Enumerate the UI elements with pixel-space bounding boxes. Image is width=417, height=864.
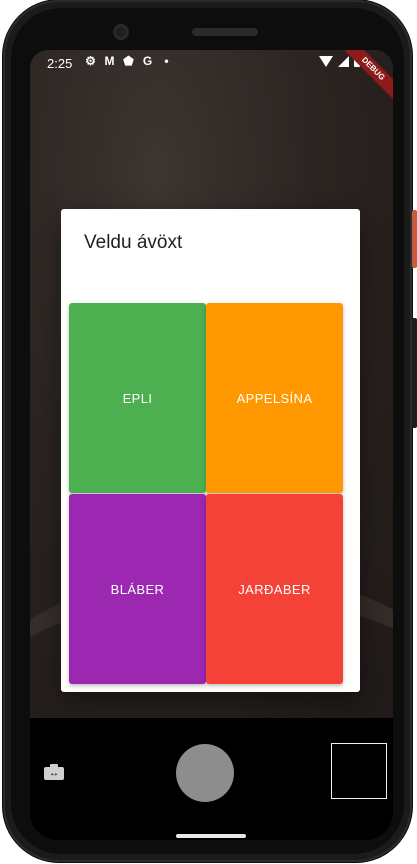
screen: 2:25 ⚙ M ⬟ G • DEBUG Veldu ávöxt EPLI AP… — [30, 50, 393, 840]
status-time: 2:25 — [47, 56, 73, 71]
phone-frame: 2:25 ⚙ M ⬟ G • DEBUG Veldu ávöxt EPLI AP… — [0, 0, 417, 864]
power-button — [412, 210, 417, 268]
gallery-thumbnail[interactable] — [331, 743, 387, 799]
earpiece-speaker — [192, 28, 258, 36]
fruit-grid: EPLI APPELSÍNA BLÁBER JARÐABER — [69, 303, 345, 685]
fruit-button-label: APPELSÍNA — [236, 390, 313, 406]
home-indicator[interactable] — [176, 834, 246, 838]
shield-icon: ⬟ — [123, 54, 134, 68]
gmail-icon: M — [104, 54, 115, 68]
front-camera-lens — [113, 24, 129, 40]
notification-icons: ⚙ M ⬟ G • — [84, 55, 173, 68]
dialog-title: Veldu ávöxt — [84, 232, 183, 253]
fruit-dialog: Veldu ávöxt EPLI APPELSÍNA BLÁBER JARÐAB… — [61, 209, 360, 692]
switch-camera-icon[interactable]: ↔ — [44, 764, 64, 780]
shutter-button[interactable] — [176, 744, 234, 802]
fruit-button-jardaber[interactable]: JARÐABER — [206, 494, 343, 684]
signal-icon — [338, 56, 349, 67]
fruit-button-label: EPLI — [122, 390, 153, 406]
fruit-button-epli[interactable]: EPLI — [69, 303, 206, 493]
fruit-button-label: BLÁBER — [110, 581, 165, 597]
dot-icon: • — [164, 54, 169, 68]
fruit-button-label: JARÐABER — [238, 581, 311, 597]
gear-icon: ⚙ — [85, 54, 96, 68]
camera-controls: ↔ — [30, 718, 393, 840]
volume-button — [412, 318, 417, 428]
google-icon: G — [142, 54, 153, 68]
wifi-icon — [319, 56, 333, 67]
fruit-button-appelsina[interactable]: APPELSÍNA — [206, 303, 343, 493]
fruit-button-blaber[interactable]: BLÁBER — [69, 494, 206, 684]
status-bar: 2:25 ⚙ M ⬟ G • DEBUG — [30, 50, 393, 107]
